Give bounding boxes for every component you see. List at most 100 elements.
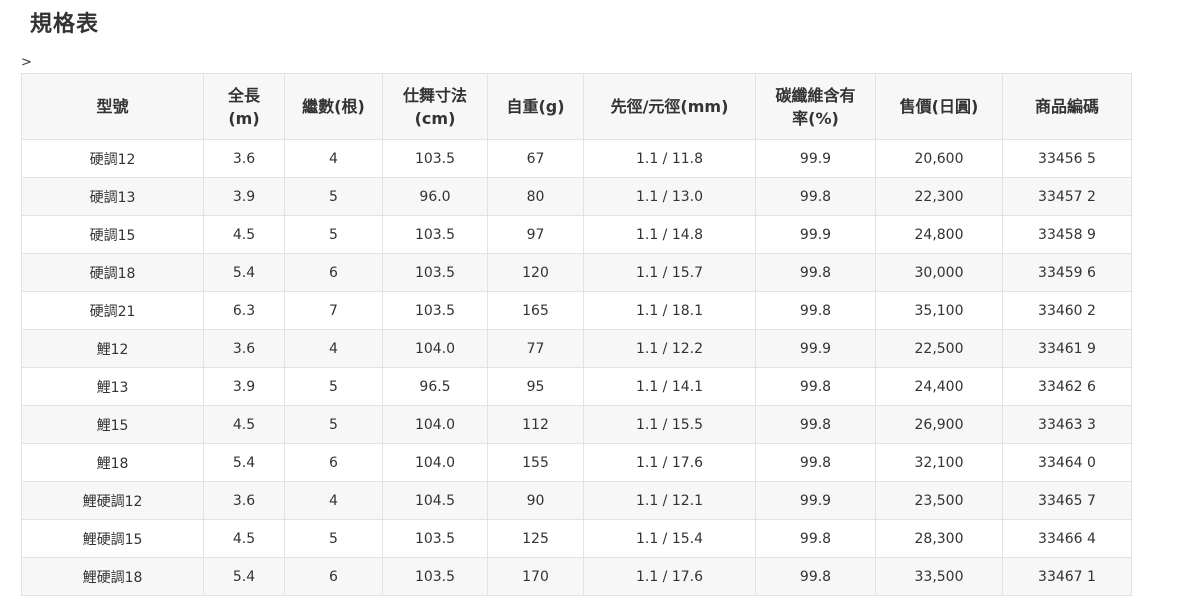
cell-sections: 6: [284, 443, 383, 482]
cell-model: 硬調12: [21, 139, 204, 178]
cell-length: 3.9: [203, 177, 285, 216]
cell-diameter: 1.1 / 14.1: [583, 367, 756, 406]
cell-length: 5.4: [203, 443, 285, 482]
cell-length: 4.5: [203, 405, 285, 444]
cell-length: 3.9: [203, 367, 285, 406]
cell-product-code: 33467 1: [1002, 557, 1132, 596]
cell-carbon-content: 99.8: [755, 405, 876, 444]
table-row: 鯉硬調18 5.4 6 103.5 170 1.1 / 17.6 99.8 33,500 334…: [21, 557, 1132, 596]
table-row: 硬調18 5.4 6 103.5 120 1.1 / 15.7 99.8 30,000 3345…: [21, 253, 1132, 292]
cell-closed-length: 104.5: [382, 481, 488, 520]
cell-closed-length: 103.5: [382, 215, 488, 254]
table-row: 鯉13 3.9 5 96.5 95 1.1 / 14.1 99.8 24,400 33462 6: [21, 367, 1132, 406]
cell-carbon-content: 99.9: [755, 329, 876, 368]
cell-length: 3.6: [203, 139, 285, 178]
table-row: 鯉15 4.5 5 104.0 112 1.1 / 15.5 99.8 26,900 33463…: [21, 405, 1132, 444]
cell-length: 4.5: [203, 215, 285, 254]
cell-weight: 97: [487, 215, 584, 254]
cell-length: 5.4: [203, 253, 285, 292]
cell-sections: 6: [284, 253, 383, 292]
cell-weight: 155: [487, 443, 584, 482]
header-model: 型號: [21, 73, 204, 140]
cell-diameter: 1.1 / 17.6: [583, 443, 756, 482]
cell-length: 3.6: [203, 329, 285, 368]
cell-weight: 165: [487, 291, 584, 330]
cell-price: 24,800: [875, 215, 1003, 254]
cell-diameter: 1.1 / 15.5: [583, 405, 756, 444]
cell-price: 26,900: [875, 405, 1003, 444]
header-carbon-content: 碳纖維含有 率(%): [755, 73, 876, 140]
cell-price: 32,100: [875, 443, 1003, 482]
table-row: 硬調13 3.9 5 96.0 80 1.1 / 13.0 99.8 22,300 33457 …: [21, 177, 1132, 216]
cell-sections: 7: [284, 291, 383, 330]
cell-carbon-content: 99.8: [755, 291, 876, 330]
cell-model: 硬調13: [21, 177, 204, 216]
cell-product-code: 33457 2: [1002, 177, 1132, 216]
cell-weight: 112: [487, 405, 584, 444]
spec-table: 型號 全長 (m) 繼數(根) 仕舞寸法 (cm) 自重(g) 先徑/元徑(mm…: [21, 73, 1132, 596]
cell-product-code: 33461 9: [1002, 329, 1132, 368]
cell-diameter: 1.1 / 13.0: [583, 177, 756, 216]
cell-product-code: 33456 5: [1002, 139, 1132, 178]
cell-model: 硬調21: [21, 291, 204, 330]
cell-diameter: 1.1 / 14.8: [583, 215, 756, 254]
cell-closed-length: 103.5: [382, 557, 488, 596]
cell-closed-length: 103.5: [382, 139, 488, 178]
cell-product-code: 33464 0: [1002, 443, 1132, 482]
cell-diameter: 1.1 / 12.1: [583, 481, 756, 520]
cell-model: 鯉12: [21, 329, 204, 368]
cell-length: 5.4: [203, 557, 285, 596]
header-sections: 繼數(根): [284, 73, 383, 140]
cell-closed-length: 104.0: [382, 443, 488, 482]
cell-closed-length: 103.5: [382, 253, 488, 292]
cell-model: 鯉13: [21, 367, 204, 406]
table-row: 硬調21 6.3 7 103.5 165 1.1 / 18.1 99.8 35,100 3346…: [21, 291, 1132, 330]
table-row: 鯉硬調15 4.5 5 103.5 125 1.1 / 15.4 99.8 28,300 334…: [21, 519, 1132, 558]
cell-product-code: 33465 7: [1002, 481, 1132, 520]
table-row: 鯉12 3.6 4 104.0 77 1.1 / 12.2 99.9 22,500 33461 …: [21, 329, 1132, 368]
cell-price: 28,300: [875, 519, 1003, 558]
cell-sections: 5: [284, 177, 383, 216]
cell-model: 鯉15: [21, 405, 204, 444]
cell-model: 鯉18: [21, 443, 204, 482]
cell-sections: 4: [284, 329, 383, 368]
cell-diameter: 1.1 / 15.7: [583, 253, 756, 292]
cell-sections: 5: [284, 519, 383, 558]
cell-closed-length: 96.0: [382, 177, 488, 216]
cell-length: 3.6: [203, 481, 285, 520]
table-body: 硬調12 3.6 4 103.5 67 1.1 / 11.8 99.9 20,600 33456…: [21, 139, 1132, 596]
cell-weight: 95: [487, 367, 584, 406]
cell-weight: 120: [487, 253, 584, 292]
cell-closed-length: 104.0: [382, 329, 488, 368]
cell-carbon-content: 99.8: [755, 557, 876, 596]
cell-product-code: 33458 9: [1002, 215, 1132, 254]
cell-model: 鯉硬調18: [21, 557, 204, 596]
cell-price: 22,300: [875, 177, 1003, 216]
header-diameter: 先徑/元徑(mm): [583, 73, 756, 140]
cell-diameter: 1.1 / 17.6: [583, 557, 756, 596]
cell-sections: 5: [284, 215, 383, 254]
cell-price: 35,100: [875, 291, 1003, 330]
cell-model: 硬調15: [21, 215, 204, 254]
page-title: 規格表: [30, 12, 100, 37]
cell-weight: 77: [487, 329, 584, 368]
cell-price: 33,500: [875, 557, 1003, 596]
cell-carbon-content: 99.8: [755, 443, 876, 482]
cell-product-code: 33462 6: [1002, 367, 1132, 406]
cell-model: 鯉硬調12: [21, 481, 204, 520]
cell-sections: 5: [284, 367, 383, 406]
cell-closed-length: 96.5: [382, 367, 488, 406]
cell-weight: 80: [487, 177, 584, 216]
cell-model: 鯉硬調15: [21, 519, 204, 558]
cell-closed-length: 104.0: [382, 405, 488, 444]
cell-product-code: 33463 3: [1002, 405, 1132, 444]
cell-length: 6.3: [203, 291, 285, 330]
header-price: 售價(日圓): [875, 73, 1003, 140]
cell-price: 30,000: [875, 253, 1003, 292]
cell-product-code: 33459 6: [1002, 253, 1132, 292]
stray-mark: >: [21, 55, 32, 70]
cell-sections: 5: [284, 405, 383, 444]
cell-carbon-content: 99.9: [755, 139, 876, 178]
header-weight: 自重(g): [487, 73, 584, 140]
header-length: 全長 (m): [203, 73, 285, 140]
